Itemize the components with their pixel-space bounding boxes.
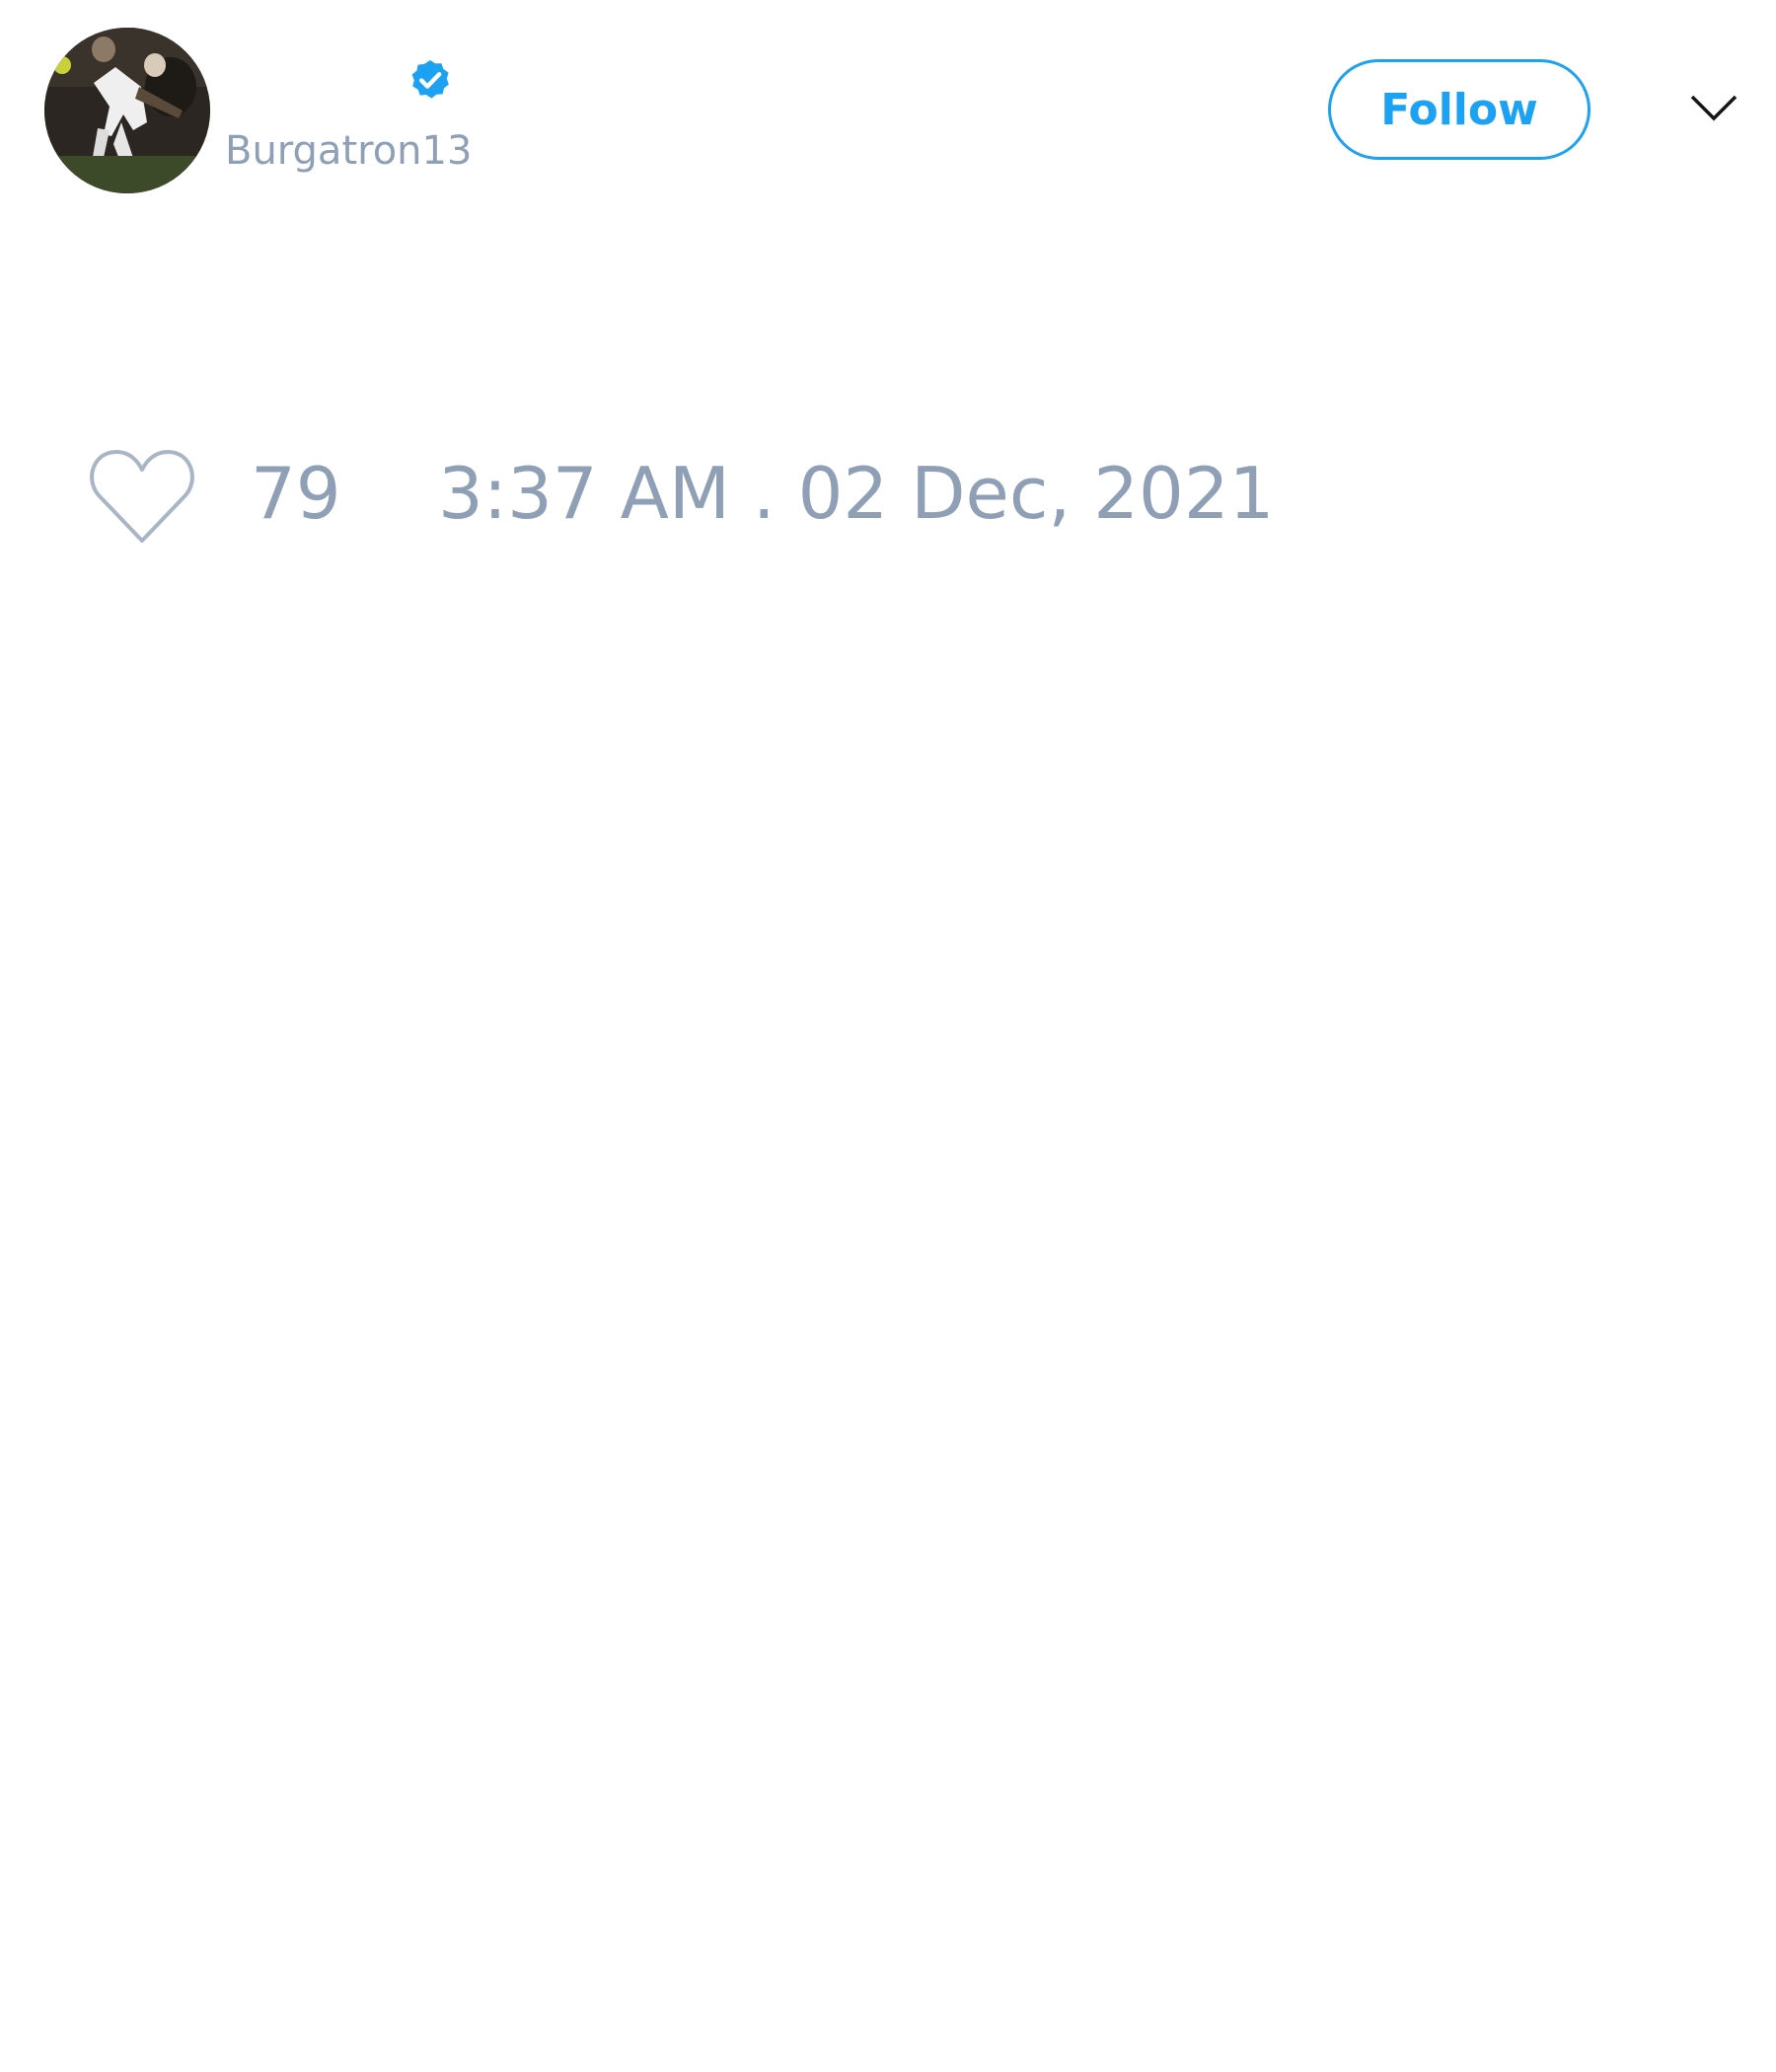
user-handle[interactable]: Burgatron13: [225, 126, 472, 176]
avatar-photo: [44, 28, 210, 193]
chevron-down-icon[interactable]: [1689, 91, 1739, 124]
follow-button[interactable]: Follow: [1328, 59, 1591, 160]
heart-icon[interactable]: [89, 446, 195, 545]
avatar[interactable]: [44, 28, 210, 193]
verified-badge-icon: [407, 57, 454, 105]
like-count: 79: [251, 452, 341, 535]
tweet-timestamp[interactable]: 3:37 AM . 02 Dec, 2021: [438, 454, 1274, 533]
